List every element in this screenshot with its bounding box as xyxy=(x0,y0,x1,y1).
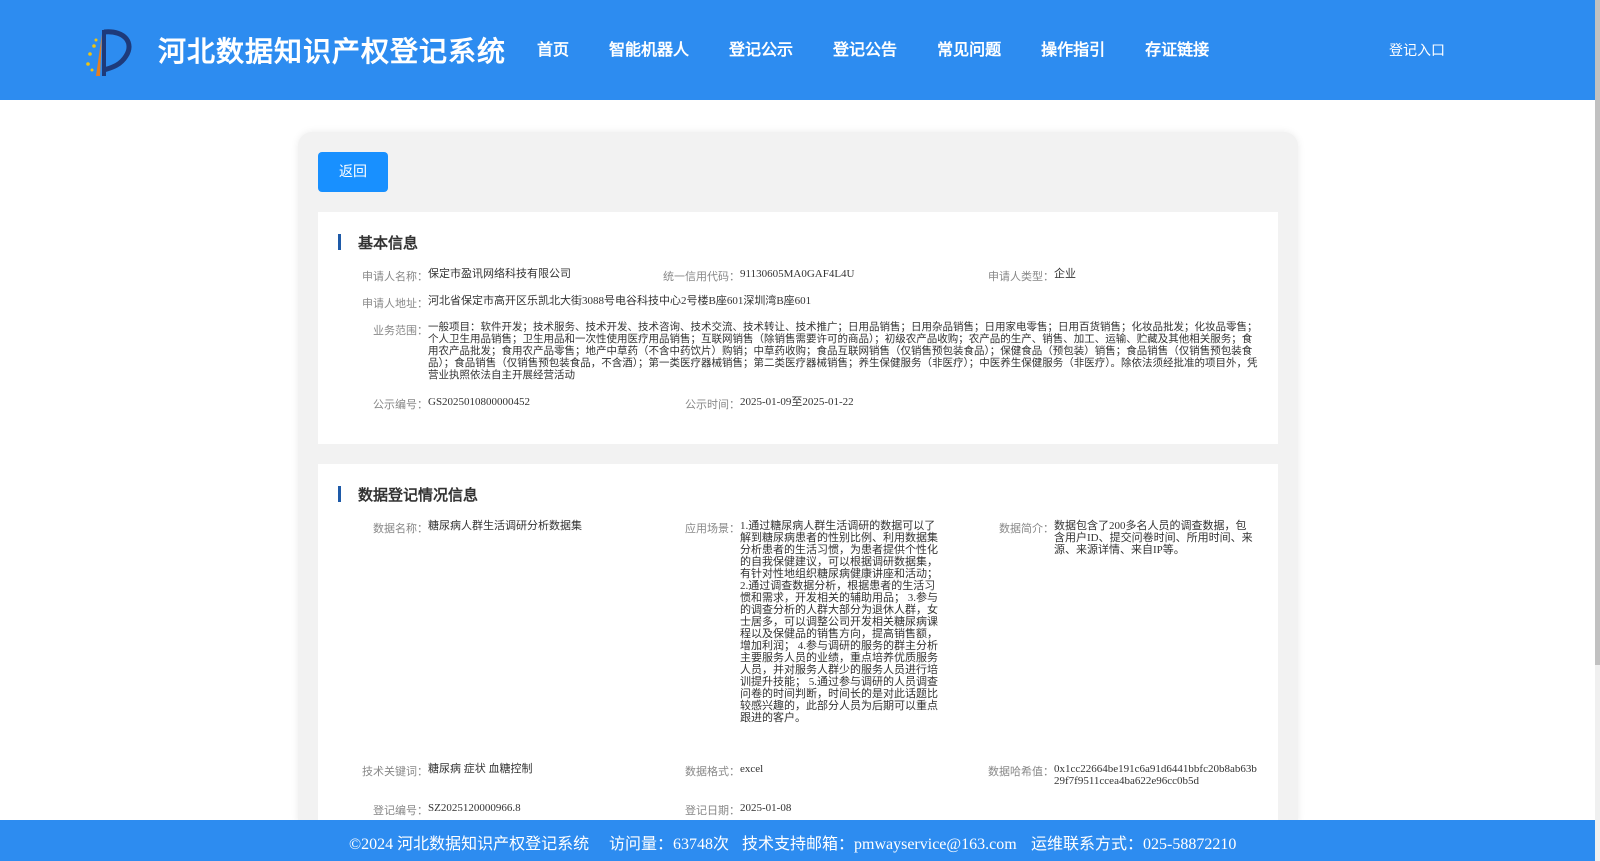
footer: ©2024 河北数据知识产权登记系统 访问量：63748次 技术支持邮箱：pmw… xyxy=(0,820,1595,861)
applicant-type-label: 申请人类型： xyxy=(988,271,1054,283)
basic-info-card: 基本信息 申请人名称： 保定市盈讯网络科技有限公司 统一信用代码： 911306… xyxy=(318,212,1278,444)
address-label: 申请人地址： xyxy=(362,298,428,310)
vertical-scrollbar[interactable] xyxy=(1595,0,1600,861)
data-info-title: 数据登记情况信息 xyxy=(338,484,478,505)
nav-publicity[interactable]: 登记公示 xyxy=(729,36,793,60)
scope-label: 业务范围： xyxy=(373,325,428,337)
footer-email: 技术支持邮箱：pmwayservice@163.com xyxy=(742,836,1017,853)
footer-copyright: ©2024 河北数据知识产权登记系统 xyxy=(349,836,590,853)
reg-date-label: 登记日期： xyxy=(685,805,740,817)
hash-label: 数据哈希值： xyxy=(988,766,1054,778)
format-label: 数据格式： xyxy=(685,766,740,778)
intro-value: 数据包含了200多名人员的调查数据，包含用户ID、提交问卷时间、所用时间、来源、… xyxy=(1054,520,1253,556)
applicant-type-value: 企业 xyxy=(1054,268,1076,280)
reg-no-value: SZ2025120000966.8 xyxy=(428,802,521,814)
pub-time-value: 2025-01-09至2025-01-22 xyxy=(740,396,854,408)
pub-time-label: 公示时间： xyxy=(685,399,740,411)
scene-value: 1.通过糖尿病人群生活调研的数据可以了解到糖尿病患者的性别比例、利用数据集分析患… xyxy=(740,520,938,724)
nav-announcement[interactable]: 登记公告 xyxy=(833,36,897,60)
main-nav: 首页 智能机器人 登记公示 登记公告 常见问题 操作指引 存证链接 xyxy=(537,36,1249,60)
credit-code-value: 91130605MA0GAF4L4U xyxy=(740,268,855,280)
nav-robot[interactable]: 智能机器人 xyxy=(609,36,689,60)
address-value: 河北省保定市高开区乐凯北大街3088号电谷科技中心2号楼B座601深圳湾B座60… xyxy=(428,295,812,307)
scene-label: 应用场景： xyxy=(685,523,740,535)
nav-home[interactable]: 首页 xyxy=(537,36,569,60)
data-name-label: 数据名称： xyxy=(373,523,428,535)
login-link[interactable]: 登记入口 xyxy=(1389,40,1445,60)
basic-info-title: 基本信息 xyxy=(338,232,418,253)
footer-phone: 运维联系方式：025-58872210 xyxy=(1031,836,1237,853)
data-info-card: 数据登记情况信息 数据名称： 糖尿病人群生活调研分析数据集 应用场景： 1.通过… xyxy=(318,464,1278,861)
reg-no-label: 登记编号： xyxy=(373,805,428,817)
site-title: 河北数据知识产权登记系统 xyxy=(158,35,507,68)
format-value: excel xyxy=(740,763,764,775)
pub-no-label: 公示编号： xyxy=(373,399,428,411)
keywords-value: 糖尿病 症状 血糖控制 xyxy=(428,763,533,775)
reg-date-value: 2025-01-08 xyxy=(740,802,792,814)
nav-evidence-link[interactable]: 存证链接 xyxy=(1145,36,1209,60)
logo-icon xyxy=(86,29,132,76)
data-name-value: 糖尿病人群生活调研分析数据集 xyxy=(428,520,582,532)
scrollbar-thumb[interactable] xyxy=(1595,0,1600,665)
hash-value: 0x1cc22664be191c6a91d6441bbfc20b8ab63b29… xyxy=(1054,763,1257,787)
back-button[interactable]: 返回 xyxy=(318,152,388,192)
intro-label: 数据简介： xyxy=(999,523,1054,535)
pub-no-value: GS2025010800000452 xyxy=(428,396,531,408)
nav-guide[interactable]: 操作指引 xyxy=(1041,36,1105,60)
nav-faq[interactable]: 常见问题 xyxy=(937,36,1001,60)
scope-value: 一般项目：软件开发；技术服务、技术开发、技术咨询、技术交流、技术转让、技术推广；… xyxy=(428,322,1258,381)
header: 河北数据知识产权登记系统 首页 智能机器人 登记公示 登记公告 常见问题 操作指… xyxy=(0,0,1595,100)
applicant-name-label: 申请人名称： xyxy=(362,271,428,283)
footer-visits: 访问量：63748次 xyxy=(609,836,730,853)
keywords-label: 技术关键词： xyxy=(362,766,428,778)
applicant-name-value: 保定市盈讯网络科技有限公司 xyxy=(428,268,571,280)
credit-code-label: 统一信用代码： xyxy=(663,271,740,283)
